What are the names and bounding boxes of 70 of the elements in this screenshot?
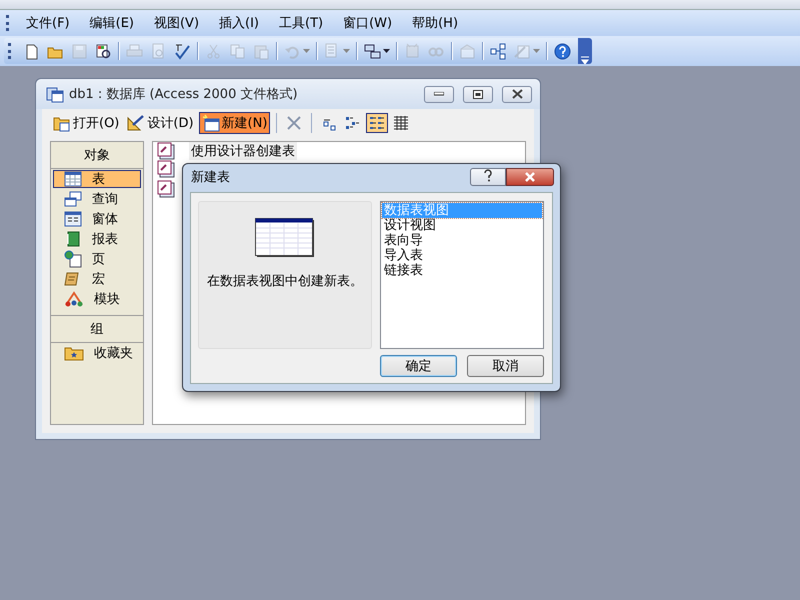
toolbar-button[interactable]: 设计(D) — [124, 112, 197, 134]
object-type-item[interactable]: 窗体 — [53, 210, 141, 228]
toolbar-grip[interactable] — [8, 43, 14, 59]
shortcut-icon[interactable] — [157, 160, 175, 178]
restore-icon — [473, 90, 483, 98]
menu-item[interactable]: 工具(T) — [271, 11, 332, 35]
caret-icon — [581, 56, 589, 64]
dropdown-arrow-icon — [343, 49, 350, 53]
list-option[interactable]: 设计视图 — [382, 218, 542, 233]
minimize-icon — [434, 92, 444, 96]
star-folder-icon — [64, 345, 84, 361]
module-icon — [64, 290, 84, 308]
window-title: db1 : 数据库 (Access 2000 文件格式) — [69, 86, 299, 103]
close-icon — [524, 172, 536, 182]
list-option[interactable]: 表向导 — [382, 233, 542, 248]
object-type-item[interactable]: 报表 — [53, 230, 141, 248]
close-icon — [512, 89, 522, 99]
shortcut-icon[interactable] — [157, 180, 175, 198]
close-button[interactable] — [502, 86, 532, 102]
help-button[interactable] — [470, 168, 506, 186]
question-mark-icon — [483, 169, 493, 182]
table-icon — [64, 171, 82, 187]
list-option[interactable]: 导入表 — [382, 248, 542, 263]
dialog-title: 新建表 — [191, 169, 231, 186]
new-table-icon — [202, 114, 220, 132]
object-type-item[interactable]: 模块 — [53, 290, 141, 308]
ok-button[interactable]: 确定 — [380, 355, 457, 377]
object-type-item[interactable]: 表 — [53, 170, 141, 188]
spelling-icon — [174, 42, 191, 60]
objects-header[interactable]: 对象 — [51, 142, 143, 169]
web-page-icon — [64, 250, 82, 268]
dropdown-arrow-icon — [383, 49, 390, 53]
database-window-icon — [46, 85, 64, 103]
relations-icon — [490, 42, 507, 60]
cancel-button[interactable]: 取消 — [467, 355, 544, 377]
menu-item[interactable]: 窗口(W) — [335, 11, 400, 35]
save-icon — [71, 42, 88, 60]
close-button[interactable] — [506, 168, 554, 186]
paste-icon — [253, 42, 270, 60]
menu-grip[interactable] — [6, 15, 12, 31]
cut-icon — [205, 42, 222, 60]
restore-button[interactable] — [463, 86, 493, 102]
print-icon — [126, 42, 143, 60]
group-item[interactable]: 收藏夹 — [53, 344, 141, 362]
ruler-pencil-icon — [127, 114, 146, 132]
toolbar-options-button[interactable] — [578, 38, 592, 64]
list-item[interactable]: 使用设计器创建表 — [189, 142, 297, 160]
help-icon — [554, 42, 571, 60]
description-text: 在数据表视图中创建新表。 — [207, 273, 363, 290]
dropdown-arrow-icon — [303, 49, 310, 53]
menu-item[interactable]: 帮助(H) — [404, 11, 466, 35]
groups-header[interactable]: 组 — [51, 315, 143, 343]
query-icon — [64, 191, 82, 207]
shortcut-icon[interactable] — [157, 142, 175, 160]
toolbar-button[interactable]: 新建(N) — [198, 112, 270, 134]
object-type-item[interactable]: 宏 — [53, 270, 141, 288]
menu-item[interactable]: 插入(I) — [211, 11, 268, 35]
dropdown-arrow-icon — [533, 49, 540, 53]
list-option[interactable]: 链接表 — [382, 263, 542, 278]
datasheet-drawing — [255, 218, 315, 258]
menu-item[interactable]: 文件(F) — [18, 11, 78, 35]
toolbar-button[interactable]: 打开(O) — [50, 112, 122, 134]
form-icon — [64, 211, 82, 227]
menu-item[interactable]: 视图(V) — [146, 11, 208, 35]
object-type-item[interactable]: 查询 — [53, 190, 141, 208]
object-type-item[interactable]: 页 — [53, 250, 141, 268]
copy-icon — [229, 42, 246, 60]
find-icon — [95, 42, 112, 60]
minimize-button[interactable] — [424, 86, 454, 102]
menu-item[interactable]: 编辑(E) — [82, 11, 142, 35]
